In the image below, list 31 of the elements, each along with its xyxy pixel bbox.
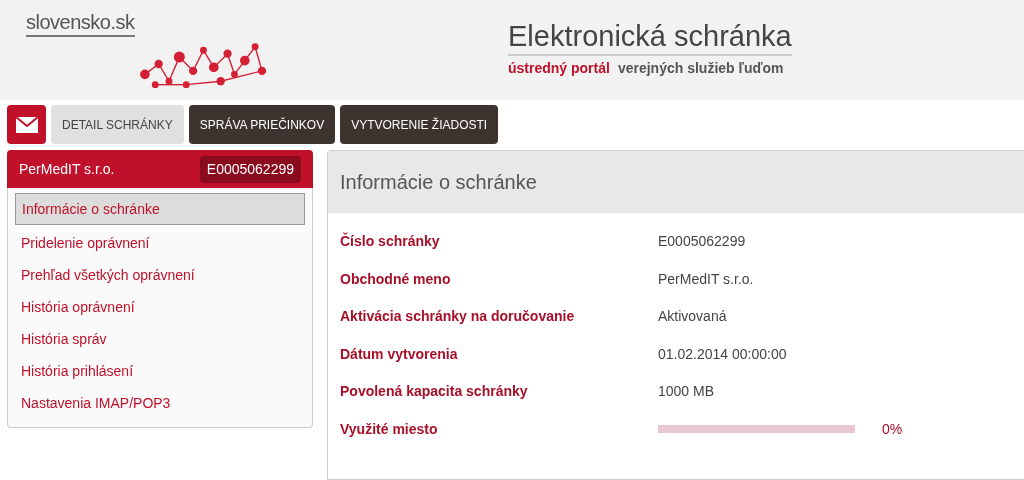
sidebar-item[interactable]: História správ	[15, 323, 305, 355]
nav-tab[interactable]: SPRÁVA PRIEČINKOV	[188, 105, 336, 144]
nav-tab[interactable]: DETAIL SCHRÁNKY	[51, 105, 184, 144]
subtitle: verejných služieb ľuďom	[617, 59, 784, 79]
field-value: 1000 MB	[658, 382, 715, 402]
sidebar-item[interactable]: Prehľad všetkých oprávnení	[15, 259, 305, 291]
sidebar-item[interactable]: Pridelenie oprávnení	[15, 227, 305, 259]
sidebar-item[interactable]: História prihlásení	[15, 355, 305, 387]
field-value: Aktivovaná	[658, 307, 727, 327]
field-label: Obchodné meno	[340, 269, 452, 289]
field-value: E0005062299	[658, 232, 746, 252]
sidebar-item[interactable]: Informácie o schránke	[15, 193, 305, 225]
owner-name: PerMedIT s.r.o.	[19, 159, 115, 179]
field-label: Povolená kapacita schránky	[340, 382, 529, 402]
panel-title: Informácie o schránke	[340, 170, 537, 195]
subtitle-highlight: ústredný portál	[508, 59, 610, 79]
sidebar-item[interactable]: Nastavenia IMAP/POP3	[15, 387, 305, 419]
envelope-icon	[15, 116, 38, 133]
usage-reading: 0%	[882, 419, 903, 439]
nav-tab[interactable]: VYTVORENIE ŽIADOSTI	[340, 105, 499, 144]
app-title: Elektronická schránka	[508, 18, 792, 57]
field-label: Využité miesto	[340, 419, 439, 439]
field-value: 01.02.2014 00:00:00	[658, 344, 787, 364]
site-logo[interactable]: slovensko.sk	[26, 10, 135, 37]
field-label: Dátum vytvorenia	[340, 344, 459, 364]
field-label: Číslo schránky	[340, 231, 441, 252]
field-label: Aktivácia schránky na doručovanie	[340, 307, 576, 327]
field-value: PerMedIT s.r.o.	[658, 269, 754, 289]
sidebar-item[interactable]: História oprávnení	[15, 291, 305, 323]
mailbox-button[interactable]	[7, 105, 46, 144]
mailbox-id: E0005062299	[199, 155, 301, 183]
